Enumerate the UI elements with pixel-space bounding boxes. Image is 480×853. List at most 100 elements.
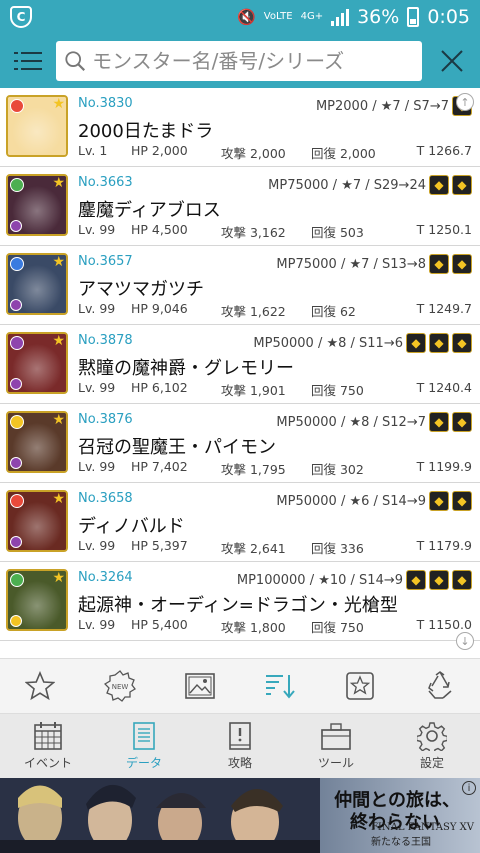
search-box[interactable] — [56, 41, 422, 81]
monster-hp: HP 5,397 — [131, 538, 188, 553]
filter-toolbar: NEW — [0, 658, 480, 714]
monster-meta: MP100000 / ★10 / S14→9 ◆ ◆ ◆ — [237, 570, 472, 590]
monster-hp: HP 2,000 — [131, 143, 188, 158]
monster-mp-rarity-skill: MP75000 / ★7 / S13→8 — [276, 256, 426, 272]
rarity-star-icon: ★ — [52, 570, 65, 586]
monster-hp: HP 9,046 — [131, 301, 188, 316]
rarity-star-icon: ★ — [52, 333, 65, 349]
clock: 0:05 — [427, 6, 470, 28]
awakening-icon: ◆ — [429, 570, 449, 590]
monster-mp-rarity-skill: MP50000 / ★8 / S12→7 — [276, 414, 426, 430]
scroll-up-icon[interactable]: ↑ — [456, 93, 474, 111]
monster-name: 2000日たまドラ — [78, 121, 214, 142]
monster-level: Lv. 99 — [78, 459, 116, 474]
monster-total: T 1266.7 — [416, 143, 472, 158]
close-button[interactable] — [434, 43, 470, 79]
recycle-button[interactable] — [420, 666, 460, 706]
monster-recovery: 回復 336 — [311, 541, 364, 556]
sort-descending-icon — [266, 675, 295, 699]
monster-number: No.3876 — [78, 412, 133, 427]
nav-events[interactable]: イベント — [0, 714, 96, 778]
monster-row[interactable]: ★ No.3264 MP100000 / ★10 / S14→9 ◆ ◆ ◆ 起源神・オーデ… — [0, 562, 480, 641]
monster-total: T 1150.0 — [416, 617, 472, 632]
awakening-icon: ◆ — [429, 254, 449, 274]
search-header — [0, 34, 480, 88]
monster-list: ★No.3830MP2000 / ★7 / S7→7◆2000日たまドラLv. … — [0, 88, 480, 658]
favorites-filter-button[interactable] — [340, 666, 380, 706]
nav-strategy-label: 攻略 — [227, 756, 252, 770]
nav-tools[interactable]: ツール — [288, 714, 384, 778]
calendar-icon — [34, 722, 62, 750]
awakening-icon: ◆ — [429, 175, 449, 195]
mute-icon: 🔇 — [237, 8, 256, 26]
monster-recovery: 回復 750 — [311, 383, 364, 398]
favorite-button[interactable] — [20, 666, 60, 706]
monster-attack: 攻撃 1,795 — [221, 462, 286, 477]
monster-recovery: 回復 62 — [311, 304, 356, 319]
monster-number: No.3264 — [78, 570, 133, 585]
monster-recovery: 回復 2,000 — [311, 146, 376, 161]
image-view-button[interactable] — [180, 666, 220, 706]
monster-row[interactable]: ★ No.3657 MP75000 / ★7 / S13→8 ◆ ◆ アマツマガツチ Lv.… — [0, 246, 480, 325]
nav-strategy[interactable]: 攻略 — [192, 714, 288, 778]
close-icon — [441, 50, 463, 72]
ad-logo-sub: 新たなる王国 — [370, 837, 431, 848]
nav-events-label: イベント — [23, 756, 72, 770]
awakening-icon: ◆ — [429, 333, 449, 353]
rarity-star-icon: ★ — [52, 491, 65, 507]
monster-attack: 攻撃 3,162 — [221, 225, 286, 240]
ad-banner[interactable]: 仲間との旅は、 終わらない FINAL FANTASY XV 新たなる王国 i — [0, 778, 480, 853]
book-icon — [229, 722, 251, 750]
monster-row[interactable]: ★ No.3878 MP50000 / ★8 / S11→6 ◆ ◆ ◆ 黙瞳の魔神爵・グレ… — [0, 325, 480, 404]
monster-name: 黙瞳の魔神爵・グレモリー — [78, 358, 294, 379]
monster-level: Lv. 99 — [78, 538, 116, 553]
ad-info-icon[interactable]: i — [462, 781, 476, 795]
monster-level: Lv. 99 — [78, 380, 116, 395]
monster-meta: MP50000 / ★8 / S11→6 ◆ ◆ ◆ — [253, 333, 472, 353]
monster-name: アマツマガツチ — [78, 279, 204, 300]
search-icon — [65, 51, 86, 71]
ad-logo: FINAL FANTASY XV 新たなる王国 — [371, 822, 474, 848]
ad-characters-image — [0, 778, 320, 853]
battery-percent: 36% — [357, 6, 400, 28]
nav-data[interactable]: データ — [96, 714, 192, 778]
monster-mp-rarity-skill: MP50000 / ★8 / S11→6 — [253, 335, 403, 351]
monster-mp-rarity-skill: MP2000 / ★7 / S7→7 — [315, 98, 449, 114]
sub-attribute-icon — [10, 536, 22, 548]
monster-row[interactable]: ★ No.3876 MP50000 / ★8 / S12→7 ◆ ◆ 召冠の聖魔王・パイモ… — [0, 404, 480, 483]
menu-button[interactable] — [10, 43, 46, 79]
sort-button[interactable] — [260, 666, 300, 706]
volte-indicator: VoLTE — [263, 11, 293, 22]
sub-attribute-icon — [10, 457, 22, 469]
monster-meta: MP2000 / ★7 / S7→7◆ — [316, 96, 472, 116]
signal-icon — [331, 8, 350, 26]
scroll-down-icon[interactable]: ↓ — [456, 632, 474, 650]
monster-recovery: 回復 503 — [311, 225, 364, 240]
monster-total: T 1199.9 — [416, 459, 472, 474]
monster-name: 鏖魔ディアブロス — [78, 200, 221, 221]
sub-attribute-icon — [10, 299, 22, 311]
monster-number: No.3878 — [78, 333, 133, 348]
nav-settings[interactable]: 設定 — [384, 714, 480, 778]
monster-level: Lv. 99 — [78, 617, 116, 632]
monster-avatar: ★ — [6, 490, 68, 552]
main-attribute-icon — [10, 99, 24, 113]
monster-list-rows: ★No.3830MP2000 / ★7 / S7→7◆2000日たまドラLv. … — [0, 88, 480, 641]
search-input[interactable] — [92, 49, 414, 73]
monster-row[interactable]: ★ No.3830 MP2000 / ★7 / S7→7◆ 2000日たまドラLv. … — [0, 88, 480, 167]
monster-mp-rarity-skill: MP100000 / ★10 / S14→9 — [236, 572, 403, 588]
monster-number: No.3663 — [78, 175, 133, 190]
monster-mp-rarity-skill: MP75000 / ★7 / S29→24 — [268, 177, 426, 193]
awakening-icon: ◆ — [406, 333, 426, 353]
monster-row[interactable]: ★ No.3663 MP75000 / ★7 / S29→24 ◆ ◆ 鏖魔ディアブロス L… — [0, 167, 480, 246]
awakening-icon: ◆ — [452, 491, 472, 511]
monster-avatar: ★ — [6, 95, 68, 157]
rarity-star-icon: ★ — [52, 175, 65, 191]
monster-hp: HP 4,500 — [131, 222, 188, 237]
star-outline-icon — [25, 671, 55, 701]
monster-row[interactable]: ★ No.3658 MP50000 / ★6 / S14→9 ◆ ◆ ディノバルド Lv. … — [0, 483, 480, 562]
battery-icon — [407, 7, 420, 27]
monster-level: Lv. 1 — [78, 143, 108, 158]
monster-avatar: ★ — [6, 411, 68, 473]
new-button[interactable]: NEW — [100, 666, 140, 706]
